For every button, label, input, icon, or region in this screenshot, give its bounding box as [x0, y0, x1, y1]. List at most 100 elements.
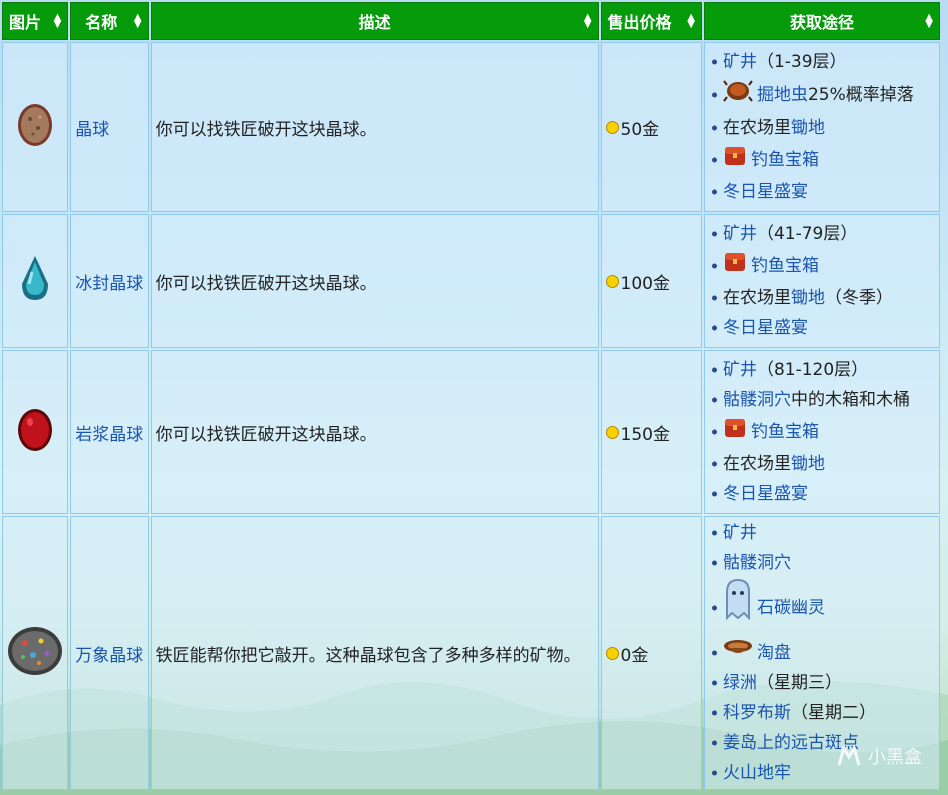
source-item: 钓鱼宝箱 — [723, 143, 935, 177]
frozen-geode-icon — [18, 255, 52, 309]
gold-coin-icon — [605, 425, 619, 439]
source-link[interactable]: 科罗布斯 — [723, 698, 791, 728]
item-price: 100金 — [620, 273, 670, 294]
item-description: 你可以找铁匠破开这块晶球。 — [150, 214, 599, 348]
source-item: 矿井 （41-79层） — [723, 219, 935, 249]
source-link[interactable]: 骷髅洞穴 — [723, 548, 791, 578]
source-link: 在农场里 — [722, 118, 791, 138]
item-name-link[interactable]: 岩浆晶球 — [75, 425, 143, 445]
table-row: 万象晶球 铁匠能帮你把它敲开。这种晶球包含了多种多样的矿物。 0金 矿井 骷髅洞穴 石碳幽… — [2, 516, 940, 790]
item-description: 铁匠能帮你把它敲开。这种晶球包含了多种多样的矿物。 — [150, 516, 599, 790]
gold-coin-icon — [605, 646, 619, 660]
item-name-link[interactable]: 万象晶球 — [75, 646, 143, 666]
source-link[interactable]: 骷髅洞穴 — [723, 385, 791, 415]
bug-icon — [723, 77, 753, 113]
watermark-logo-icon — [837, 745, 861, 766]
item-name-cell: 万象晶球 — [70, 516, 149, 790]
source-link: 在农场里 — [722, 454, 791, 474]
source-link[interactable]: 矿井 — [723, 355, 757, 385]
source-suffix: （冬季） — [824, 288, 893, 308]
source-item: 矿井 （81-120层） — [723, 355, 935, 385]
source-item: 冬日星盛宴 — [723, 313, 935, 343]
source-item: 在农场里 锄地 — [723, 449, 935, 479]
table-row: 晶球 你可以找铁匠破开这块晶球。 50金 矿井 （1-39层） 掘地虫 25%概率掉落 在农场… — [2, 42, 940, 212]
item-image-cell — [2, 516, 69, 790]
source-link[interactable]: 锄地 — [791, 283, 825, 313]
source-link[interactable]: 冬日星盛宴 — [723, 313, 808, 343]
source-item: 掘地虫 25%概率掉落 — [723, 77, 935, 113]
header-description[interactable]: 描述 ▲ ▼ — [150, 2, 599, 40]
table-row: 岩浆晶球 你可以找铁匠破开这块晶球。 150金 矿井 （81-120层） 骷髅洞穴 中的木箱… — [2, 350, 940, 514]
item-source-cell: 矿井 （81-120层） 骷髅洞穴 中的木箱和木桶 钓鱼宝箱 在农场里 锄地 冬日星盛宴 — [703, 350, 940, 514]
item-price: 50金 — [620, 119, 660, 140]
omni-geode-icon — [5, 626, 65, 684]
magma-geode-icon — [15, 408, 55, 460]
source-item: 矿井 — [723, 518, 935, 548]
source-item: 石碳幽灵 — [723, 578, 935, 638]
source-list: 矿井 （81-120层） 骷髅洞穴 中的木箱和木桶 钓鱼宝箱 在农场里 锄地 冬日星盛宴 — [709, 355, 935, 509]
source-link[interactable]: 淘盘 — [757, 638, 791, 668]
item-price-cell: 100金 — [600, 214, 702, 348]
item-image-cell — [2, 350, 69, 514]
source-link[interactable]: 矿井 — [723, 219, 757, 249]
item-name-cell: 晶球 — [70, 42, 149, 212]
sort-icon[interactable]: ▲ ▼ — [134, 13, 142, 30]
source-link[interactable]: 冬日星盛宴 — [723, 479, 808, 509]
source-link[interactable]: 矿井 — [723, 518, 757, 548]
watermark: 小黑盒 — [836, 743, 922, 769]
source-link[interactable]: 锄地 — [791, 449, 825, 479]
treasure-chest-icon — [723, 249, 747, 283]
source-item: 骷髅洞穴 中的木箱和木桶 — [723, 385, 935, 415]
item-description: 你可以找铁匠破开这块晶球。 — [150, 42, 599, 212]
item-description: 你可以找铁匠破开这块晶球。 — [150, 350, 599, 514]
source-item: 绿洲 （星期三） — [723, 668, 935, 698]
item-name-cell: 冰封晶球 — [70, 214, 149, 348]
source-link[interactable]: 矿井 — [723, 47, 757, 77]
source-suffix: （41-79层） — [756, 224, 858, 244]
sort-icon[interactable]: ▲ ▼ — [687, 13, 695, 30]
ghost-icon — [723, 578, 753, 638]
item-image-cell — [2, 42, 69, 212]
source-item: 淘盘 — [723, 638, 935, 668]
item-price-cell: 150金 — [600, 350, 702, 514]
source-suffix: 中的木箱和木桶 — [790, 390, 910, 410]
item-name-link[interactable]: 晶球 — [75, 120, 109, 140]
source-list: 矿井 （41-79层） 钓鱼宝箱 在农场里 锄地 （冬季） 冬日星盛宴 — [709, 219, 935, 343]
sort-icon[interactable]: ▲ ▼ — [54, 13, 62, 30]
source-link[interactable]: 钓鱼宝箱 — [751, 145, 819, 175]
item-name-link[interactable]: 冰封晶球 — [75, 274, 143, 294]
table-header-row: 图片 ▲ ▼ 名称 ▲ ▼ 描述 ▲ ▼ 售出价格 ▲ ▼ 获取途径 ▲ ▼ — [2, 2, 940, 40]
source-link[interactable]: 石碳幽灵 — [757, 585, 825, 631]
source-item: 骷髅洞穴 — [723, 548, 935, 578]
treasure-chest-icon — [723, 143, 747, 177]
source-link[interactable]: 钓鱼宝箱 — [751, 251, 819, 281]
geode-icon — [15, 103, 55, 154]
sort-icon[interactable]: ▲ ▼ — [925, 13, 933, 30]
item-price: 150金 — [620, 424, 670, 445]
item-name-cell: 岩浆晶球 — [70, 350, 149, 514]
item-source-cell: 矿井 （41-79层） 钓鱼宝箱 在农场里 锄地 （冬季） 冬日星盛宴 — [703, 214, 940, 348]
item-source-cell: 矿井 （1-39层） 掘地虫 25%概率掉落 在农场里 锄地 钓鱼宝箱 冬日星盛宴 — [703, 42, 940, 212]
source-item: 矿井 （1-39层） — [723, 47, 935, 77]
source-suffix: （1-39层） — [756, 52, 847, 72]
table-row: 冰封晶球 你可以找铁匠破开这块晶球。 100金 矿井 （41-79层） 钓鱼宝箱 在农场里锄… — [2, 214, 940, 348]
source-link[interactable]: 绿洲 — [723, 668, 757, 698]
source-item: 科罗布斯 （星期二） — [723, 698, 935, 728]
source-link[interactable]: 冬日星盛宴 — [723, 177, 808, 207]
source-list: 矿井 （1-39层） 掘地虫 25%概率掉落 在农场里 锄地 钓鱼宝箱 冬日星盛宴 — [709, 47, 935, 207]
header-name[interactable]: 名称 ▲ ▼ — [70, 2, 149, 40]
source-item: 冬日星盛宴 — [723, 479, 935, 509]
source-link[interactable]: 火山地牢 — [723, 758, 791, 788]
source-link[interactable]: 掘地虫 — [757, 80, 808, 110]
item-price-cell: 50金 — [600, 42, 702, 212]
header-image[interactable]: 图片 ▲ ▼ — [2, 2, 69, 40]
header-sell-price[interactable]: 售出价格 ▲ ▼ — [600, 2, 702, 40]
pan-icon — [723, 638, 753, 668]
sort-icon[interactable]: ▲ ▼ — [584, 13, 592, 30]
item-image-cell — [2, 214, 69, 348]
source-item: 在农场里 锄地 — [723, 113, 935, 143]
source-link[interactable]: 锄地 — [791, 113, 825, 143]
source-suffix: 25%概率掉落 — [807, 85, 914, 105]
source-link[interactable]: 钓鱼宝箱 — [751, 417, 819, 447]
header-source[interactable]: 获取途径 ▲ ▼ — [703, 2, 940, 40]
